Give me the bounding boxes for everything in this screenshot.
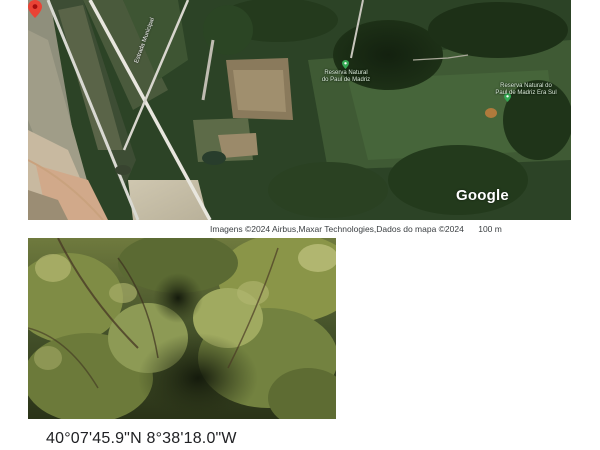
- coordinates-text: 40°07'45.9"N 8°38'18.0"W: [46, 430, 237, 447]
- photo-image: [28, 238, 336, 419]
- place-label-paul-de-madriz-era-sul[interactable]: Reserva Natural do Paul de Madriz Era Su…: [486, 83, 566, 97]
- satellite-map[interactable]: Reserva Natural do Paul de Madriz Reserv…: [28, 0, 571, 220]
- map-scale[interactable]: 100 m: [478, 224, 502, 234]
- map-footer: Imagens ©2024 Airbus,Maxar Technologies,…: [210, 224, 502, 236]
- place-marker-icon[interactable]: [342, 60, 349, 69]
- google-logo: Google: [456, 187, 509, 204]
- vegetation-photo[interactable]: [28, 238, 336, 419]
- map-attribution[interactable]: Imagens ©2024 Airbus,Maxar Technologies,…: [210, 224, 464, 234]
- place-label-paul-de-madriz[interactable]: Reserva Natural do Paul de Madriz: [310, 70, 382, 84]
- selected-location-pin-icon[interactable]: [28, 0, 42, 18]
